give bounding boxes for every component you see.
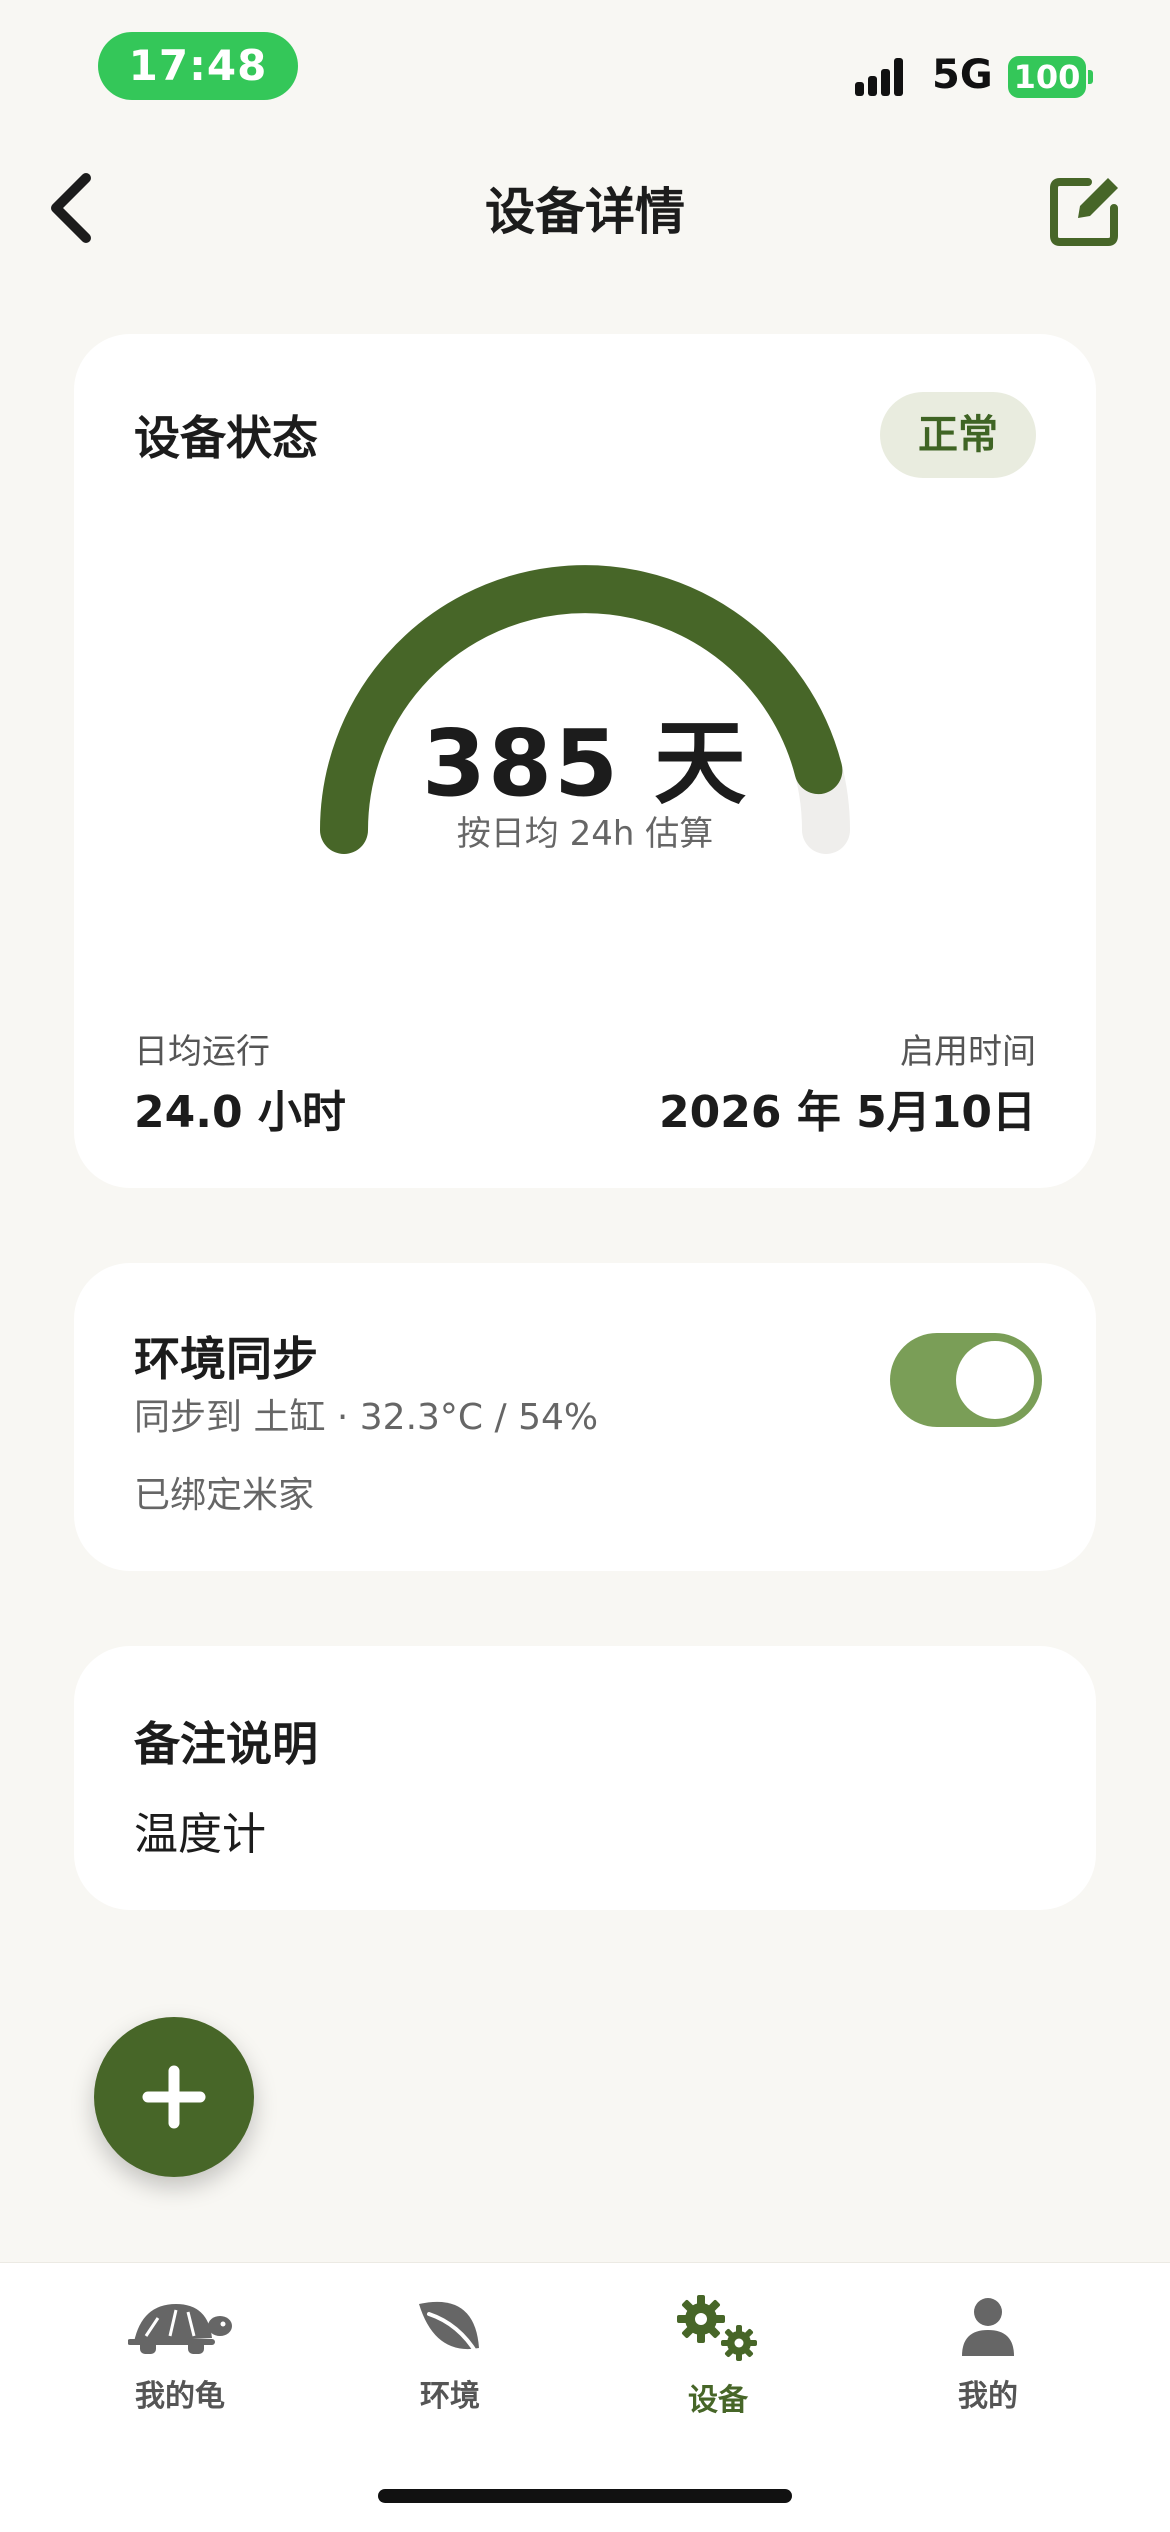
signal-icon <box>855 58 915 96</box>
network-label: 5G <box>932 52 993 98</box>
status-badge: 正常 <box>880 392 1036 478</box>
notes-text: 温度计 <box>134 1809 266 1860</box>
leaf-icon <box>419 2301 479 2356</box>
gears-icon <box>677 2295 757 2361</box>
battery-icon: 100 <box>1008 56 1086 98</box>
person-icon <box>962 2298 1014 2356</box>
page-title: 设备详情 <box>485 183 685 241</box>
tab-me[interactable]: 我的 <box>842 2263 1134 2463</box>
device-status-title: 设备状态 <box>134 411 318 465</box>
plus-icon <box>142 2065 206 2129</box>
notes-title: 备注说明 <box>134 1717 318 1771</box>
turtle-icon <box>128 2304 232 2354</box>
env-sync-title: 环境同步 <box>134 1332 318 1386</box>
mijia-bound-status: 已绑定米家 <box>134 1475 315 1516</box>
gauge-note: 按日均 24h 估算 <box>456 814 714 854</box>
tab-label: 我的 <box>958 2379 1018 2414</box>
start-date-value: 2026 年 5月10日 <box>659 1087 1036 1138</box>
battery-tip <box>1088 70 1093 84</box>
home-indicator <box>378 2489 792 2503</box>
tab-label: 环境 <box>420 2379 480 2414</box>
edit-icon <box>1050 178 1118 246</box>
env-sync-toggle[interactable] <box>890 1333 1042 1427</box>
add-button[interactable] <box>94 2017 254 2177</box>
tab-my-turtles[interactable]: 我的龟 <box>34 2263 326 2463</box>
daily-run-label: 日均运行 <box>134 1032 270 1072</box>
tab-label: 我的龟 <box>135 2379 225 2414</box>
start-date-label: 启用时间 <box>900 1032 1036 1072</box>
tab-environment[interactable]: 环境 <box>304 2263 596 2463</box>
notes-card: 备注说明 温度计 <box>74 1646 1096 1910</box>
env-sync-subtitle: 同步到 土缸 · 32.3°C / 54% <box>134 1397 599 1438</box>
tab-label: 设备 <box>688 2383 748 2418</box>
remaining-days: 385 天 <box>421 710 749 817</box>
edit-button[interactable] <box>1048 172 1124 248</box>
screen: 17:48 5G 100 设备详情 设备状态 正常 385 天 按日均 24h … <box>0 0 1170 2532</box>
device-status-card: 设备状态 正常 385 天 按日均 24h 估算 日均运行 24.0 小时 启用… <box>74 334 1096 1188</box>
status-time: 17:48 <box>98 32 298 100</box>
env-sync-card: 环境同步 同步到 土缸 · 32.3°C / 54% 已绑定米家 <box>74 1263 1096 1571</box>
tab-devices[interactable]: 设备 <box>572 2263 864 2463</box>
toggle-knob <box>956 1341 1034 1419</box>
daily-run-value: 24.0 小时 <box>134 1087 346 1138</box>
